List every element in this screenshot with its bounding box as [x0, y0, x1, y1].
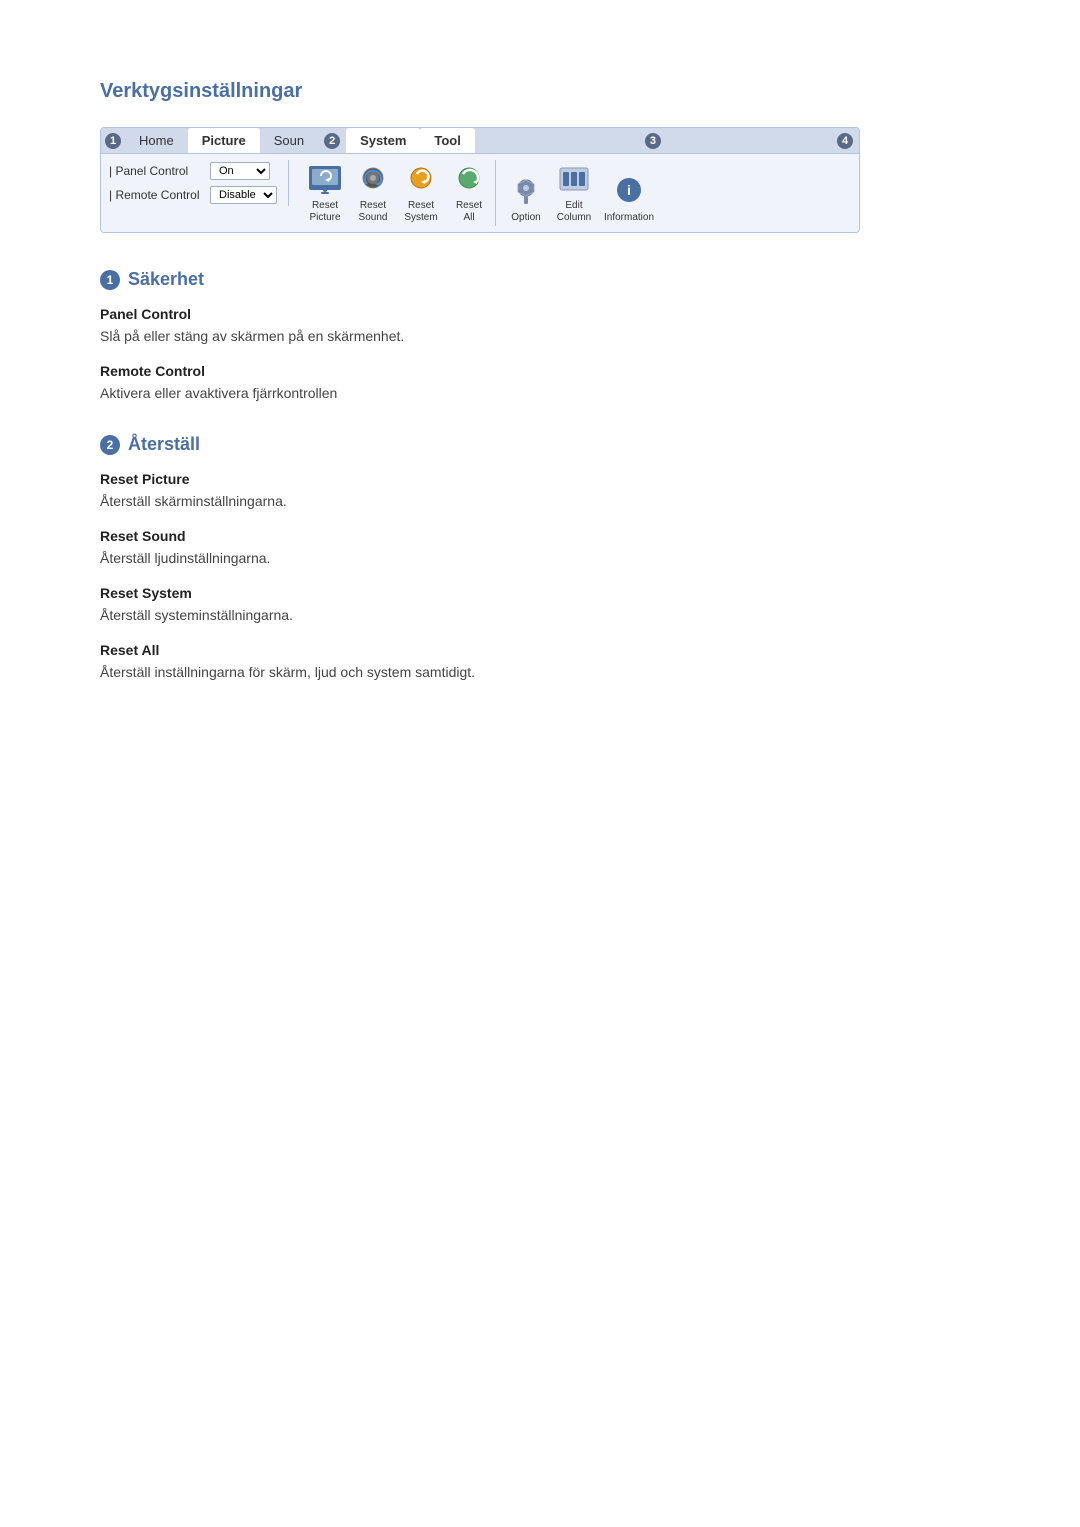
remote-control-row: | Remote Control Disable Enable [109, 184, 278, 206]
nav-num-2: 2 [324, 133, 340, 149]
panel-control-heading: Panel Control [100, 306, 980, 322]
reset-all-section: Reset All Återställ inställningarna för … [100, 642, 980, 683]
panel-control-section: Panel Control Slå på eller stäng av skär… [100, 306, 980, 347]
reset-sound-label: ResetSound [359, 200, 388, 224]
reset-sound-icon [355, 162, 391, 198]
tab-home[interactable]: Home [125, 128, 188, 153]
section-1-title: Säkerhet [128, 269, 204, 290]
reset-picture-icon [307, 162, 343, 198]
nav-num-1: 1 [105, 133, 121, 149]
remote-control-text: Aktivera eller avaktivera fjärrkontrolle… [100, 383, 980, 404]
reset-system-button[interactable]: ResetSystem [399, 160, 443, 226]
right-icons: Option EditColumn [500, 160, 662, 226]
reset-picture-section: Reset Picture Återställ skärminställning… [100, 471, 980, 512]
section-1-heading: 1 Säkerhet [100, 269, 980, 290]
reset-sound-button[interactable]: ResetSound [351, 160, 395, 226]
reset-picture-heading: Reset Picture [100, 471, 980, 487]
section-2-title: Återställ [128, 434, 200, 455]
section-2-num: 2 [100, 435, 120, 455]
toolbar-body: | Panel Control On Off | Remote Control … [101, 154, 859, 232]
sections-container: 1 Säkerhet Panel Control Slå på eller st… [100, 269, 980, 683]
tab-tool[interactable]: Tool [420, 128, 474, 153]
toolbar: 1 Home Picture Soun 2 System Tool 3 4 | … [100, 127, 860, 233]
edit-column-icon [556, 162, 592, 198]
panel-control-text: Slå på eller stäng av skärmen på en skär… [100, 326, 980, 347]
reset-system-label: ResetSystem [404, 200, 437, 224]
panel-control-label: | Panel Control [109, 164, 204, 178]
edit-column-label: EditColumn [557, 200, 591, 224]
reset-system-icon [403, 162, 439, 198]
section-aterStall: 2 Återställ Reset Picture Återställ skär… [100, 434, 980, 683]
tab-system[interactable]: System [346, 128, 420, 153]
information-label: Information [604, 212, 654, 224]
section-2-heading: 2 Återställ [100, 434, 980, 455]
information-icon: i [611, 174, 647, 210]
reset-all-heading: Reset All [100, 642, 980, 658]
tab-picture[interactable]: Picture [188, 128, 260, 153]
page-title: Verktygsinställningar [100, 80, 980, 103]
nav-num-4: 4 [837, 133, 853, 149]
reset-icons: ResetPicture ResetSound [299, 160, 496, 226]
reset-picture-label: ResetPicture [309, 200, 340, 224]
toolbar-nav: 1 Home Picture Soun 2 System Tool 3 4 [101, 128, 859, 154]
reset-sound-section: Reset Sound Återställ ljudinställningarn… [100, 528, 980, 569]
section-1-num: 1 [100, 270, 120, 290]
reset-system-text: Återställ systeminställningarna. [100, 605, 980, 626]
reset-system-section: Reset System Återställ systeminställning… [100, 585, 980, 626]
reset-sound-text: Återställ ljudinställningarna. [100, 548, 980, 569]
option-button[interactable]: Option [504, 172, 548, 226]
panel-control-select[interactable]: On Off [210, 162, 270, 180]
edit-column-button[interactable]: EditColumn [552, 160, 596, 226]
reset-all-text: Återställ inställningarna för skärm, lju… [100, 662, 980, 683]
option-label: Option [511, 212, 540, 224]
remote-control-section: Remote Control Aktivera eller avaktivera… [100, 363, 980, 404]
information-button[interactable]: i Information [600, 172, 658, 226]
toolbar-controls: | Panel Control On Off | Remote Control … [109, 160, 289, 206]
section-sakerhet: 1 Säkerhet Panel Control Slå på eller st… [100, 269, 980, 404]
reset-picture-text: Återställ skärminställningarna. [100, 491, 980, 512]
option-icon [508, 174, 544, 210]
remote-control-label: | Remote Control [109, 188, 204, 202]
reset-system-heading: Reset System [100, 585, 980, 601]
svg-text:i: i [627, 182, 631, 198]
reset-picture-button[interactable]: ResetPicture [303, 160, 347, 226]
reset-all-button[interactable]: ResetAll [447, 160, 491, 226]
reset-all-icon [451, 162, 487, 198]
nav-num-3: 3 [645, 133, 661, 149]
panel-control-row: | Panel Control On Off [109, 160, 278, 182]
remote-control-select[interactable]: Disable Enable [210, 186, 277, 204]
tab-sound[interactable]: Soun [260, 128, 318, 153]
reset-sound-heading: Reset Sound [100, 528, 980, 544]
remote-control-heading: Remote Control [100, 363, 980, 379]
reset-all-label: ResetAll [456, 200, 482, 224]
